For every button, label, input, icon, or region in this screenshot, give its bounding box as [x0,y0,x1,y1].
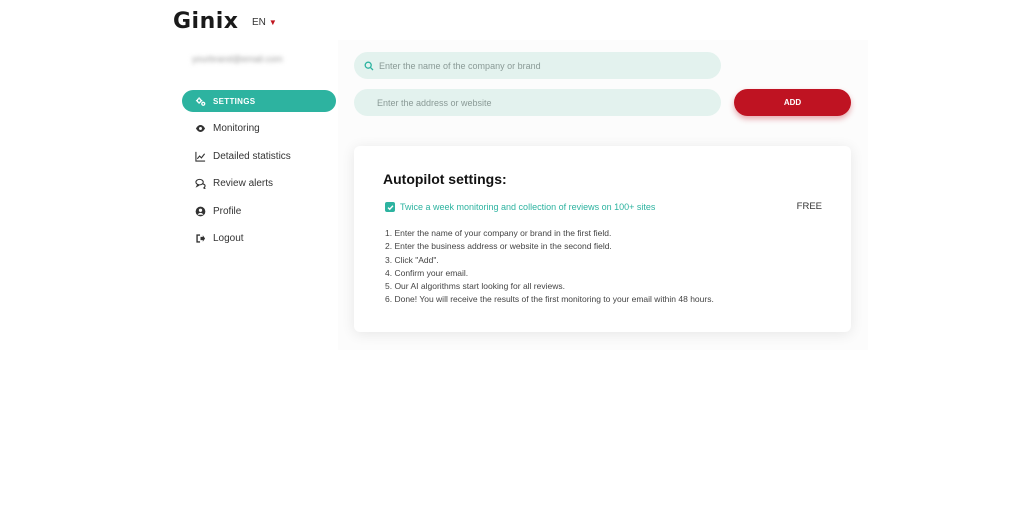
sidebar-item-label: Profile [213,205,242,217]
chat-bubbles-icon [194,178,206,190]
sidebar-item-label: Review alerts [213,178,274,189]
autopilot-card: Autopilot settings: Twice a week monitor… [354,146,851,332]
company-field[interactable] [354,52,721,79]
user-icon [194,205,206,217]
gears-icon [194,95,206,107]
sidebar-item-logout[interactable]: Logout [182,228,336,250]
caret-down-icon: ▼ [268,18,277,27]
language-label: EN [252,17,266,28]
monitoring-option[interactable]: Twice a week monitoring and collection o… [385,202,655,212]
account-email: yourbrand@email.com [192,54,283,64]
sidebar-item-label: SETTINGS [213,96,256,106]
sidebar-item-settings[interactable]: SETTINGS [182,90,336,112]
checkmark-icon [387,204,393,210]
list-item: 3. Click "Add". [385,254,439,265]
sidebar-item-label: Monitoring [213,123,260,134]
autopilot-title: Autopilot settings: [383,171,507,187]
address-input[interactable] [377,97,677,108]
sidebar-item-label: Detailed statistics [213,150,291,162]
option-label: Twice a week monitoring and collection o… [400,202,656,212]
language-selector[interactable]: EN ▼ [252,17,277,28]
sidebar-item-label: Logout [213,233,244,244]
sidebar-item-profile[interactable]: Profile [182,200,336,222]
list-item: 1. Enter the name of your company or bra… [385,228,612,238]
line-chart-icon [194,150,206,162]
address-field[interactable] [354,89,721,116]
price-label: FREE [796,201,822,212]
eye-icon [194,123,206,135]
sidebar-item-detailed-statistics[interactable]: Detailed statistics [182,145,336,167]
sidebar-item-monitoring[interactable]: Monitoring [182,118,336,140]
logout-icon [194,233,206,245]
list-item: 5. Our AI algorithms start looking for a… [385,281,565,292]
instructions-list: 1. Enter the name of your company or bra… [385,227,714,307]
option-checkbox[interactable] [385,202,395,212]
list-item: 6. Done! You will receive the results of… [385,294,714,305]
company-input[interactable] [379,60,679,71]
search-icon [364,61,374,71]
list-item: 4. Confirm your email. [385,267,469,278]
list-item: 2. Enter the business address or website… [385,241,612,252]
sidebar-item-review-alerts[interactable]: Review alerts [182,173,336,195]
sidebar-nav: SETTINGS Monitoring Detailed statistics … [182,90,336,255]
add-button[interactable]: ADD [734,89,851,116]
ginix-logo[interactable]: Ginix [173,9,239,34]
